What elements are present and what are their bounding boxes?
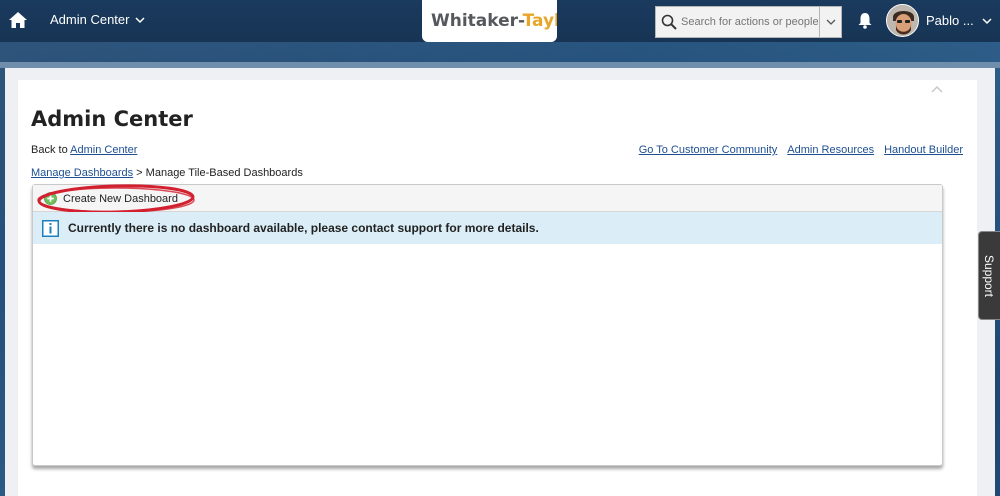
breadcrumb-current: Manage Tile-Based Dashboards	[145, 167, 303, 179]
collapse-chevron-up-icon[interactable]	[931, 85, 943, 93]
module-picker[interactable]: Admin Center	[50, 12, 146, 27]
resource-links: Go To Customer Community Admin Resources…	[639, 144, 963, 156]
logo-text-accent: Tayl	[522, 11, 557, 31]
search-icon	[661, 14, 677, 30]
admin-resources-link[interactable]: Admin Resources	[787, 144, 874, 156]
handout-builder-link[interactable]: Handout Builder	[884, 144, 963, 156]
breadcrumb: Manage Dashboards > Manage Tile-Based Da…	[31, 167, 303, 179]
info-message-text: Currently there is no dashboard availabl…	[68, 221, 539, 235]
dashboard-toolbar: Create New Dashboard	[33, 184, 942, 214]
breadcrumb-separator: >	[133, 167, 146, 179]
user-photo	[887, 5, 918, 36]
module-picker-label: Admin Center	[50, 12, 130, 27]
user-menu[interactable]: Pablo ...	[926, 13, 992, 28]
search-scope-dropdown[interactable]	[819, 7, 841, 37]
customer-community-link[interactable]: Go To Customer Community	[639, 144, 778, 156]
logo-text-main: Whitaker-	[431, 11, 523, 31]
logo-text: Whitaker-Tayl	[431, 11, 557, 31]
dashboard-container: Create New Dashboard Currently there is …	[32, 184, 943, 466]
info-icon	[42, 219, 59, 237]
chevron-down-icon	[826, 19, 835, 25]
back-to-admin-center-link[interactable]: Admin Center	[70, 144, 137, 156]
breadcrumb-manage-dashboards-link[interactable]: Manage Dashboards	[31, 167, 133, 179]
user-name-label: Pablo ...	[926, 13, 974, 28]
notifications-bell-icon[interactable]	[857, 12, 873, 29]
search-input[interactable]	[681, 16, 821, 28]
company-logo: Whitaker-Tayl	[422, 0, 557, 42]
back-link-row: Back to Admin Center	[31, 144, 137, 156]
chevron-down-icon	[135, 16, 146, 23]
support-tab-label: Support	[982, 254, 997, 297]
home-icon[interactable]	[8, 10, 28, 30]
top-navigation-bar: Admin Center Whitaker-Tayl Search for ac…	[0, 0, 1000, 42]
avatar[interactable]	[886, 4, 919, 37]
page-title: Admin Center	[31, 107, 193, 131]
back-prefix: Back to	[31, 144, 71, 156]
info-message-bar: Currently there is no dashboard availabl…	[33, 212, 942, 244]
chevron-down-icon	[982, 17, 992, 24]
support-tab[interactable]: Support	[978, 231, 1000, 320]
search-box[interactable]	[655, 6, 842, 38]
